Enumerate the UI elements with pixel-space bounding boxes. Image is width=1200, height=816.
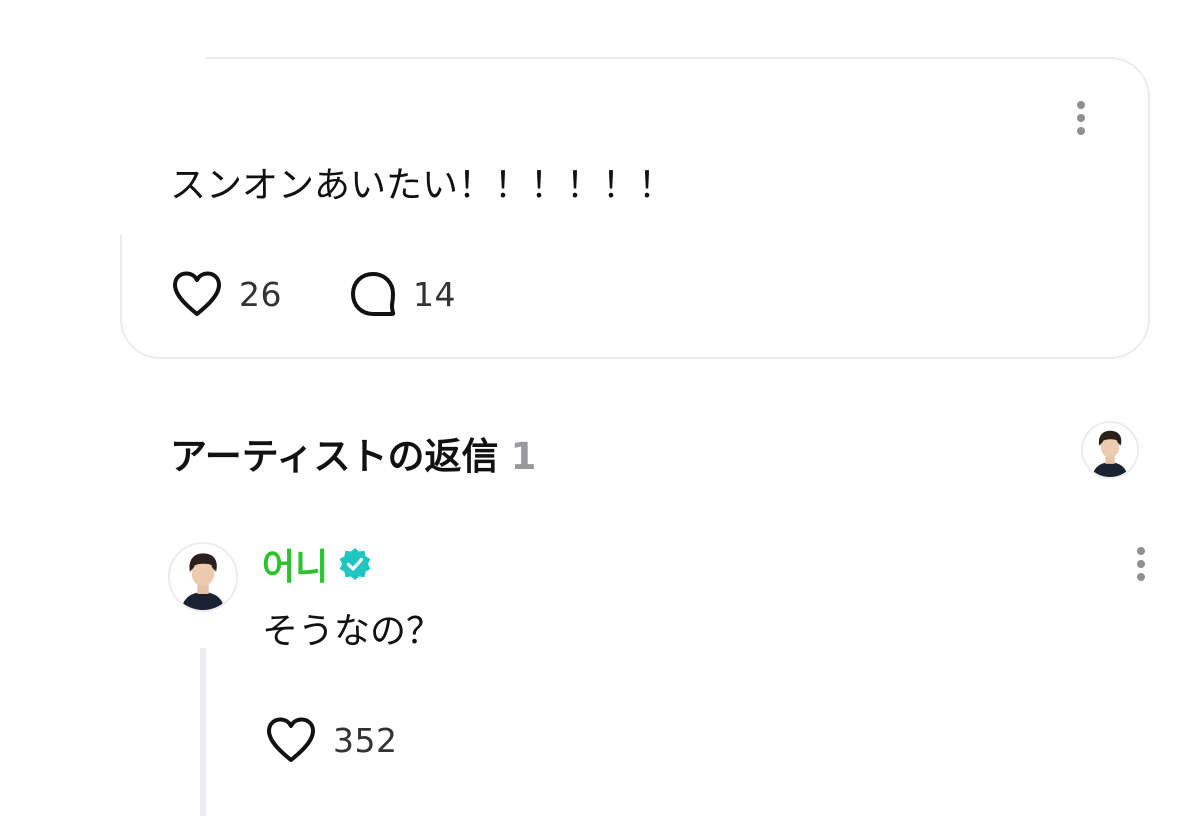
artist-avatar[interactable] [1081, 421, 1139, 479]
post-comment-button[interactable]: 14 [349, 270, 456, 318]
verified-badge-icon [339, 548, 371, 580]
reply-author-avatar-image [170, 544, 236, 610]
reply-like-count: 352 [333, 720, 398, 760]
more-dot-icon [1077, 101, 1085, 109]
reply-thread-line [200, 648, 206, 816]
more-dot-icon [1137, 573, 1145, 581]
heart-outline-icon [267, 717, 315, 762]
artist-avatar-image [1083, 423, 1137, 477]
reply-author-name[interactable]: 어니 [262, 538, 328, 590]
reply-like-button[interactable]: 352 [265, 716, 398, 764]
heart-outline-icon [173, 271, 221, 316]
artist-replies-heading: アーティストの返信 1 [170, 426, 536, 480]
more-dot-icon [1077, 114, 1085, 122]
reply-text: そうなの？ [262, 611, 443, 652]
post-like-count: 26 [239, 274, 282, 314]
reply-more-options-button[interactable] [1126, 540, 1156, 588]
post-text: スンオンあいたい！！！！！！ [170, 165, 675, 206]
post-more-options-button[interactable] [1066, 94, 1096, 142]
artist-replies-count: 1 [510, 435, 537, 478]
artist-replies-title: アーティストの返信 [170, 435, 499, 478]
more-dot-icon [1077, 127, 1085, 135]
speech-bubble-icon [351, 272, 396, 316]
post-comment-count: 14 [413, 274, 456, 314]
more-dot-icon [1137, 547, 1145, 555]
page: スンオンあいたい！！！！！！ 26 14 アーティストの返信 1 어니 そうなの… [0, 0, 1200, 816]
reply-author[interactable]: 어니 [262, 538, 372, 590]
reply-author-avatar[interactable] [168, 542, 238, 612]
post-like-button[interactable]: 26 [171, 270, 282, 318]
more-dot-icon [1137, 560, 1145, 568]
